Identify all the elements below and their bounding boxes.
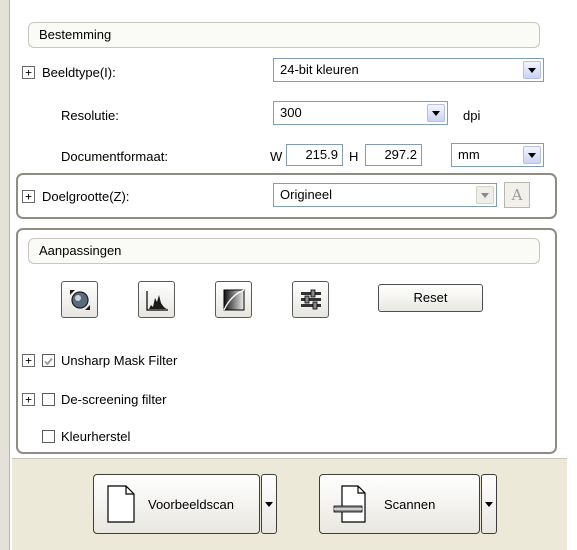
scan-options-dropdown[interactable]: [481, 474, 497, 534]
chevron-down-icon: [265, 501, 273, 507]
preview-scan-button[interactable]: Voorbeeldscan: [93, 474, 260, 534]
unsharp-mask-label: Unsharp Mask Filter: [61, 353, 178, 368]
width-label: W: [270, 149, 283, 164]
height-label: H: [349, 149, 359, 164]
preview-scan-label: Voorbeeldscan: [148, 496, 235, 512]
chevron-down-icon[interactable]: [523, 61, 541, 79]
unsharp-expand-button[interactable]: +: [22, 354, 35, 367]
scan-label: Scannen: [384, 496, 436, 512]
resolution-unit: dpi: [463, 108, 481, 123]
scan-document-icon: [333, 485, 366, 523]
descreening-label: De-screening filter: [61, 392, 167, 407]
reset-button[interactable]: Reset: [378, 284, 483, 312]
chevron-down-icon[interactable]: [476, 186, 494, 204]
left-window-border: [0, 0, 10, 550]
descreening-expand-button[interactable]: +: [22, 393, 35, 406]
checkmark-icon: [44, 357, 53, 366]
target-size-label: Doelgrootte(Z):: [42, 189, 130, 204]
target-size-expand-button[interactable]: +: [22, 190, 35, 203]
height-input[interactable]: 297.2: [365, 144, 422, 166]
color-balance-icon: [300, 289, 321, 309]
scan-button[interactable]: Scannen: [319, 474, 480, 534]
chevron-down-icon[interactable]: [523, 146, 541, 164]
image-type-select[interactable]: 24-bit kleuren: [273, 58, 544, 82]
text-orientation-icon[interactable]: A: [504, 182, 530, 208]
destination-group-header: Bestemming: [28, 22, 540, 48]
color-restore-label: Kleurherstel: [61, 429, 131, 444]
unit-value: mm: [458, 147, 480, 162]
adjustments-header-label: Aanpassingen: [39, 243, 122, 258]
resolution-value: 300: [280, 105, 302, 120]
resolution-label: Resolutie:: [61, 108, 119, 123]
histogram-icon: [145, 290, 168, 311]
width-input[interactable]: 215.9: [286, 144, 343, 166]
chevron-down-icon: [485, 501, 493, 507]
histogram-button[interactable]: [138, 281, 175, 318]
image-type-value: 24-bit kleuren: [280, 62, 359, 77]
auto-exposure-button[interactable]: [61, 281, 98, 318]
image-type-label: Beeldtype(I):: [42, 65, 116, 80]
descreening-checkbox[interactable]: [42, 393, 55, 406]
tone-curve-icon: [222, 288, 244, 310]
color-restore-checkbox[interactable]: [42, 430, 55, 443]
color-balance-button[interactable]: [292, 281, 329, 318]
document-size-label: Documentformaat:: [61, 149, 168, 164]
target-size-value: Origineel: [280, 187, 333, 202]
auto-exposure-icon: [69, 289, 90, 310]
document-icon: [107, 485, 135, 523]
resolution-select[interactable]: 300: [273, 101, 448, 125]
image-type-expand-button[interactable]: +: [22, 66, 35, 79]
unit-select[interactable]: mm: [451, 143, 544, 167]
adjustments-group-header: Aanpassingen: [28, 238, 540, 264]
unsharp-mask-checkbox[interactable]: [42, 354, 55, 367]
preview-options-dropdown[interactable]: [261, 474, 277, 534]
tone-curve-button[interactable]: [215, 281, 252, 318]
target-size-select[interactable]: Origineel: [273, 183, 497, 207]
chevron-down-icon[interactable]: [427, 104, 445, 122]
destination-header-label: Bestemming: [39, 27, 112, 42]
settings-panel: Bestemming + Beeldtype(I): 24-bit kleure…: [12, 0, 567, 458]
